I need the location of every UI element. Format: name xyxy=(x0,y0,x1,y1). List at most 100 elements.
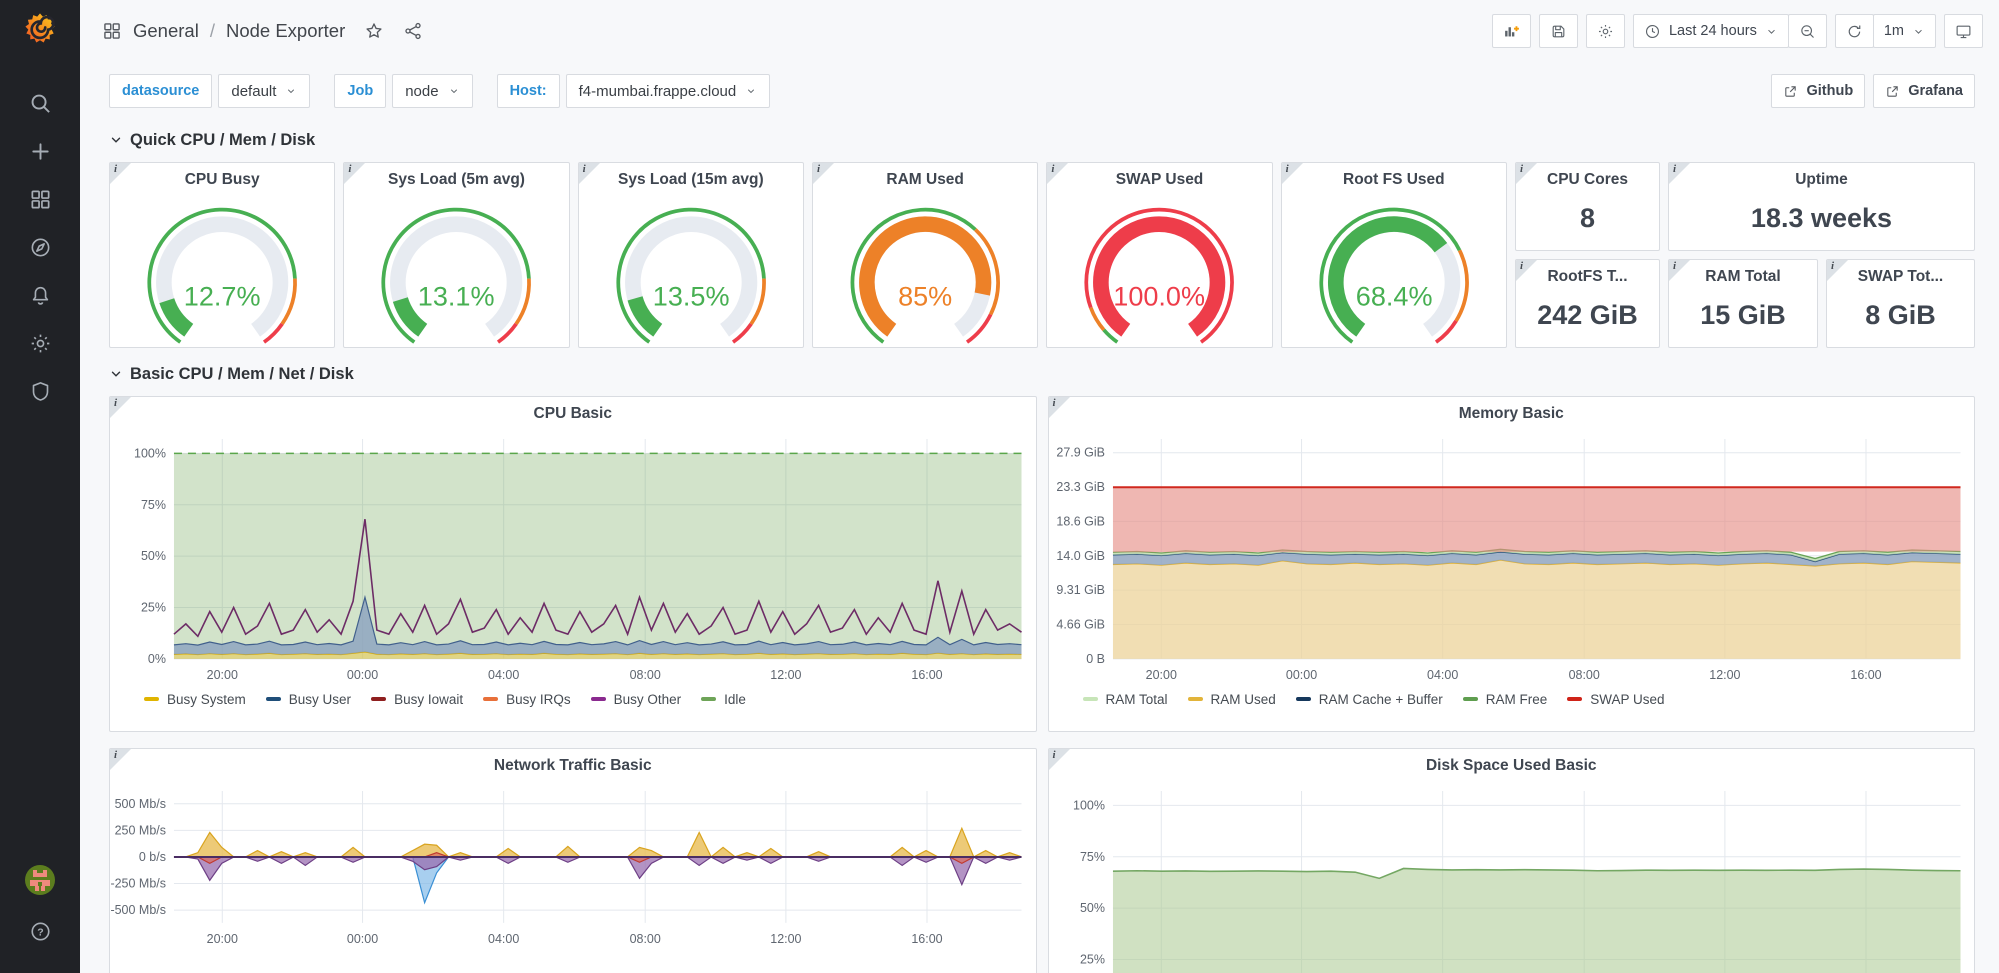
add-panel-button[interactable] xyxy=(1492,14,1531,48)
svg-text:4.66 GiB: 4.66 GiB xyxy=(1056,617,1105,631)
panel-stat-swap-tot-: iSWAP Tot...8 GiB xyxy=(1826,259,1975,348)
panel-title[interactable]: SWAP Used xyxy=(1047,163,1271,195)
legend-item[interactable]: Busy Iowait xyxy=(371,692,463,707)
time-range-picker[interactable]: Last 24 hours xyxy=(1633,14,1789,48)
breadcrumb-dashboard-title[interactable]: Node Exporter xyxy=(226,20,345,42)
panel-info-corner[interactable] xyxy=(110,163,131,184)
panel-info-corner[interactable] xyxy=(1516,260,1537,281)
panel-gauge-sys-load-15m-avg-: iSys Load (15m avg)13.5% xyxy=(578,162,804,348)
panel-info-corner[interactable] xyxy=(344,163,365,184)
svg-text:0 B: 0 B xyxy=(1086,652,1105,666)
legend-label: SWAP Used xyxy=(1590,692,1664,707)
panel-info-corner[interactable] xyxy=(1049,749,1070,770)
panel-title[interactable]: RAM Used xyxy=(813,163,1037,195)
panel-title[interactable]: CPU Cores xyxy=(1516,163,1659,195)
grafana-logo[interactable] xyxy=(20,10,60,50)
help-icon[interactable]: ? xyxy=(29,920,52,943)
legend-item[interactable]: RAM Used xyxy=(1188,692,1276,707)
section-basic-cpu-mem-net-disk[interactable]: Basic CPU / Mem / Net / Disk xyxy=(109,360,1975,388)
legend-item[interactable]: RAM Free xyxy=(1463,692,1548,707)
stat-value: 242 GiB xyxy=(1516,292,1659,347)
panel-stat-ram-total: iRAM Total15 GiB xyxy=(1668,259,1818,348)
panel-info-corner[interactable] xyxy=(1669,260,1690,281)
breadcrumb: General / Node Exporter xyxy=(102,20,423,42)
charts-row-1: iCPU Basic0%25%50%75%100%20:0000:0004:00… xyxy=(109,396,1975,732)
gauge-visualization: 13.5% xyxy=(579,195,803,347)
panel-info-corner[interactable] xyxy=(813,163,834,184)
zoom-out-time-button[interactable] xyxy=(1788,14,1827,48)
panel-info-corner[interactable] xyxy=(1516,163,1537,184)
legend-item[interactable]: Busy User xyxy=(266,692,351,707)
explore-icon[interactable] xyxy=(29,236,52,259)
user-avatar[interactable] xyxy=(24,864,56,896)
legend-item[interactable]: Busy Other xyxy=(591,692,682,707)
panel-chart-cpu-basic: iCPU Basic0%25%50%75%100%20:0000:0004:00… xyxy=(109,396,1037,732)
refresh-button[interactable] xyxy=(1835,14,1874,48)
variable-label: Job xyxy=(334,74,386,108)
panel-title[interactable]: Uptime xyxy=(1669,163,1974,195)
panel-info-corner[interactable] xyxy=(1827,260,1848,281)
legend-item[interactable]: RAM Total xyxy=(1083,692,1168,707)
panel-title[interactable]: Sys Load (15m avg) xyxy=(579,163,803,195)
subnav: datasourcedefaultJobnodeHost:f4-mumbai.f… xyxy=(80,62,1999,120)
legend-item[interactable]: Busy IRQs xyxy=(483,692,571,707)
dashboard-link-github[interactable]: Github xyxy=(1771,74,1865,108)
svg-text:100%: 100% xyxy=(1073,798,1105,812)
panel-gauge-swap-used: iSWAP Used100.0% xyxy=(1046,162,1272,348)
search-icon[interactable] xyxy=(29,92,52,115)
dashboard-link-grafana[interactable]: Grafana xyxy=(1873,74,1975,108)
legend-item[interactable]: SWAP Used xyxy=(1567,692,1664,707)
create-icon[interactable] xyxy=(29,140,52,163)
alerting-icon[interactable] xyxy=(29,284,52,307)
svg-text:12:00: 12:00 xyxy=(770,668,801,682)
panel-info-corner[interactable] xyxy=(1047,163,1068,184)
panel-info-corner[interactable] xyxy=(1049,397,1070,418)
legend-item[interactable]: Idle xyxy=(701,692,746,707)
template-variables: datasourcedefaultJobnodeHost:f4-mumbai.f… xyxy=(109,74,794,108)
svg-text:13.5%: 13.5% xyxy=(652,281,729,311)
svg-text:23.3 GiB: 23.3 GiB xyxy=(1056,480,1105,494)
save-dashboard-button[interactable] xyxy=(1539,14,1578,48)
svg-text:27.9 GiB: 27.9 GiB xyxy=(1056,446,1105,460)
dashboards-icon[interactable] xyxy=(29,188,52,211)
chevron-down-icon xyxy=(1912,25,1925,38)
chart-plot-area: 500 Mb/s250 Mb/s0 b/s-250 Mb/s-500 Mb/s2… xyxy=(110,781,1036,951)
panel-title[interactable]: Memory Basic xyxy=(1049,397,1975,429)
legend-item[interactable]: RAM Cache + Buffer xyxy=(1296,692,1443,707)
server-admin-icon[interactable] xyxy=(29,380,52,403)
configuration-icon[interactable] xyxy=(29,332,52,355)
cycle-view-mode-button[interactable] xyxy=(1944,14,1983,48)
panel-title[interactable]: Sys Load (5m avg) xyxy=(344,163,568,195)
section-quick-cpu-mem-disk[interactable]: Quick CPU / Mem / Disk xyxy=(109,126,1975,154)
panel-info-corner[interactable] xyxy=(1282,163,1303,184)
variable-value-dropdown[interactable]: default xyxy=(218,74,310,108)
breadcrumb-folder[interactable]: General xyxy=(133,20,199,42)
panel-title[interactable]: RAM Total xyxy=(1669,260,1817,292)
panel-info-corner[interactable] xyxy=(110,749,131,770)
star-icon[interactable] xyxy=(364,21,384,41)
panel-title[interactable]: Root FS Used xyxy=(1282,163,1506,195)
panel-title[interactable]: CPU Busy xyxy=(110,163,334,195)
svg-text:13.1%: 13.1% xyxy=(418,281,495,311)
legend-label: Busy IRQs xyxy=(506,692,571,707)
refresh-interval-dropdown[interactable]: 1m xyxy=(1873,14,1936,48)
panel-title[interactable]: SWAP Tot... xyxy=(1827,260,1974,292)
panel-info-corner[interactable] xyxy=(579,163,600,184)
panel-title[interactable]: CPU Basic xyxy=(110,397,1036,429)
panel-info-corner[interactable] xyxy=(1669,163,1690,184)
legend-swatch xyxy=(701,697,716,701)
external-link-icon xyxy=(1783,84,1798,99)
dashboard-settings-button[interactable] xyxy=(1586,14,1625,48)
chevron-down-icon xyxy=(448,85,460,97)
variable-value-dropdown[interactable]: f4-mumbai.frappe.cloud xyxy=(566,74,771,108)
svg-text:-250 Mb/s: -250 Mb/s xyxy=(110,877,166,891)
svg-text:25%: 25% xyxy=(141,600,166,614)
share-icon[interactable] xyxy=(403,21,423,41)
panel-title[interactable]: RootFS T... xyxy=(1516,260,1659,292)
panel-info-corner[interactable] xyxy=(110,397,131,418)
legend-item[interactable]: Busy System xyxy=(144,692,246,707)
panel-title[interactable]: Network Traffic Basic xyxy=(110,749,1036,781)
chart-plot-area: 0 B4.66 GiB9.31 GiB14.0 GiB18.6 GiB23.3 … xyxy=(1049,429,1975,687)
panel-title[interactable]: Disk Space Used Basic xyxy=(1049,749,1975,781)
variable-value-dropdown[interactable]: node xyxy=(392,74,472,108)
